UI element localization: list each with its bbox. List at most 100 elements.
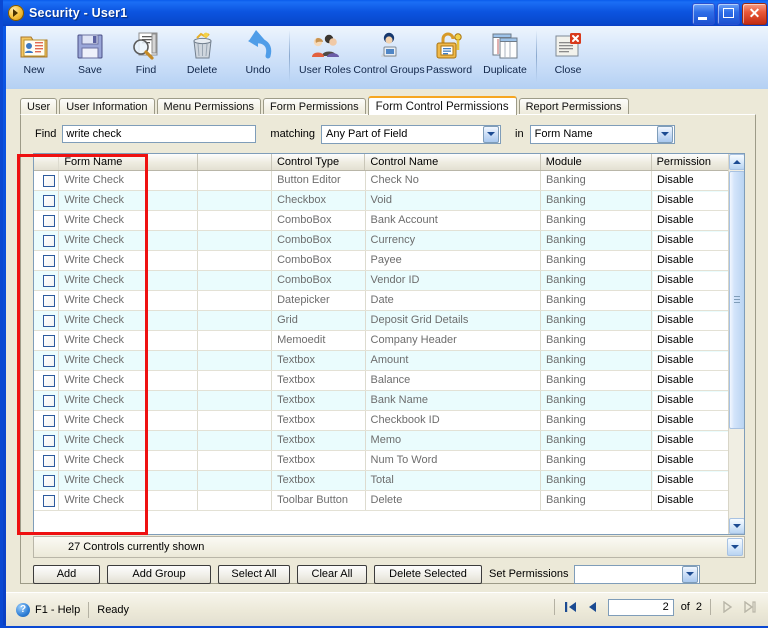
row-checkbox[interactable]: [42, 454, 55, 467]
help-question-icon: ?: [16, 602, 30, 617]
toolbar-button-new[interactable]: New: [6, 26, 62, 87]
row-checkbox[interactable]: [42, 314, 55, 327]
toolbar-button-password[interactable]: Password: [421, 26, 477, 87]
column-header-module[interactable]: Module: [540, 154, 652, 170]
tab-form-permissions[interactable]: Form Permissions: [263, 98, 366, 115]
find-input[interactable]: [62, 125, 257, 143]
row-select-cell[interactable]: [34, 411, 60, 430]
table-row[interactable]: Write Check Toolbar Button Delete Banking Di…: [34, 491, 744, 511]
column-header-spacer[interactable]: [197, 154, 272, 170]
row-select-cell[interactable]: [34, 191, 60, 210]
toolbar-button-undo[interactable]: Undo: [230, 26, 286, 87]
row-checkbox[interactable]: [42, 214, 55, 227]
table-row[interactable]: Write Check Datepicker Date Banking Disable: [34, 291, 744, 311]
count-bar-scroll-down-button[interactable]: [727, 538, 743, 556]
row-checkbox[interactable]: [42, 474, 55, 487]
row-select-cell[interactable]: [34, 351, 60, 370]
grid-vertical-scrollbar[interactable]: [728, 154, 744, 534]
table-row[interactable]: Write Check Memoedit Company Header Banking…: [34, 331, 744, 351]
row-select-cell[interactable]: [34, 271, 60, 290]
row-select-cell[interactable]: [34, 451, 60, 470]
row-checkbox[interactable]: [42, 354, 55, 367]
row-select-cell[interactable]: [34, 311, 60, 330]
row-select-cell[interactable]: [34, 431, 60, 450]
cell-spacer: [198, 331, 273, 350]
row-checkbox[interactable]: [42, 374, 55, 387]
row-checkbox[interactable]: [42, 174, 55, 187]
delete-selected-button[interactable]: Delete Selected: [374, 564, 482, 584]
maximize-button[interactable]: [717, 3, 740, 25]
select-all-button[interactable]: Select All: [218, 564, 290, 584]
column-header-control-type[interactable]: Control Type: [271, 154, 366, 170]
table-row[interactable]: Write Check ComboBox Vendor ID Banking Disab…: [34, 271, 744, 291]
cell-control-name: Amount: [366, 351, 541, 370]
tab-report-permissions[interactable]: Report Permissions: [518, 98, 629, 115]
row-select-cell[interactable]: [34, 291, 60, 310]
row-checkbox[interactable]: [42, 254, 55, 267]
column-header-form-name[interactable]: Form Name: [59, 154, 198, 170]
page-number-input[interactable]: 2: [607, 598, 674, 616]
row-checkbox[interactable]: [42, 294, 55, 307]
table-row[interactable]: Write Check Textbox Amount Banking Disable: [34, 351, 744, 371]
row-select-cell[interactable]: [34, 491, 60, 510]
table-row[interactable]: Write Check ComboBox Bank Account Banking Di…: [34, 211, 744, 231]
table-row[interactable]: Write Check Button Editor Check No Banking D…: [34, 171, 744, 191]
previous-page-button[interactable]: [582, 598, 604, 616]
table-row[interactable]: Write Check Textbox Num To Word Banking Disa…: [34, 451, 744, 471]
table-row[interactable]: Write Check Textbox Bank Name Banking Disabl…: [34, 391, 744, 411]
cell-module: Banking: [541, 191, 652, 210]
toolbar-button-delete[interactable]: Delete: [174, 26, 230, 87]
table-row[interactable]: Write Check Textbox Checkbook ID Banking Dis…: [34, 411, 744, 431]
scroll-down-button[interactable]: [729, 518, 744, 534]
cell-control-name: Date: [366, 291, 541, 310]
table-row[interactable]: Write Check ComboBox Currency Banking Disabl…: [34, 231, 744, 251]
toolbar-button-control-groups[interactable]: Control Groups: [353, 26, 425, 87]
row-select-cell[interactable]: [34, 211, 60, 230]
row-select-cell[interactable]: [34, 471, 60, 490]
tab-user[interactable]: User: [20, 98, 58, 115]
toolbar-button-save[interactable]: Save: [62, 26, 118, 87]
row-checkbox[interactable]: [42, 494, 55, 507]
row-checkbox[interactable]: [42, 234, 55, 247]
toolbar-button-duplicate[interactable]: Duplicate: [477, 26, 533, 87]
row-checkbox[interactable]: [42, 194, 55, 207]
table-row[interactable]: Write Check Textbox Balance Banking Disable: [34, 371, 744, 391]
scrollbar-thumb[interactable]: [729, 171, 744, 429]
minimize-button[interactable]: [692, 3, 715, 25]
table-row[interactable]: Write Check ComboBox Payee Banking Disable: [34, 251, 744, 271]
toolbar-button-user-roles[interactable]: User Roles: [293, 26, 357, 87]
clear-all-button[interactable]: Clear All: [297, 564, 367, 584]
toolbar-button-close[interactable]: Close: [540, 26, 596, 87]
table-row[interactable]: Write Check Textbox Total Banking Disable: [34, 471, 744, 491]
close-button[interactable]: ✕: [742, 3, 767, 25]
row-checkbox[interactable]: [42, 334, 55, 347]
tab-user-information[interactable]: User Information: [59, 98, 155, 115]
matching-mode-dropdown[interactable]: Any Part of Field: [321, 124, 502, 144]
set-permissions-dropdown[interactable]: [574, 564, 701, 584]
row-checkbox[interactable]: [42, 414, 55, 427]
column-header-control-name[interactable]: Control Name: [365, 154, 541, 170]
add-group-button[interactable]: Add Group: [107, 564, 211, 584]
row-select-cell[interactable]: [34, 251, 60, 270]
scroll-up-button[interactable]: [729, 154, 744, 170]
search-field-dropdown[interactable]: Form Name: [529, 124, 675, 144]
row-select-cell[interactable]: [34, 391, 60, 410]
table-row[interactable]: Write Check Textbox Memo Banking Disable: [34, 431, 744, 451]
table-row[interactable]: Write Check Grid Deposit Grid Details Banki…: [34, 311, 744, 331]
add-button[interactable]: Add: [33, 564, 100, 584]
row-checkbox[interactable]: [42, 274, 55, 287]
help-hint-text[interactable]: F1 - Help: [35, 604, 80, 616]
row-select-cell[interactable]: [34, 171, 60, 190]
row-select-cell[interactable]: [34, 371, 60, 390]
toolbar-button-find[interactable]: Find: [118, 26, 174, 87]
tab-menu-permissions[interactable]: Menu Permissions: [156, 98, 262, 115]
table-row[interactable]: Write Check Checkbox Void Banking Disable: [34, 191, 744, 211]
row-checkbox[interactable]: [42, 434, 55, 447]
cell-control-type: Memoedit: [272, 331, 366, 350]
first-page-button[interactable]: [560, 598, 582, 616]
row-checkbox[interactable]: [42, 394, 55, 407]
column-header-select[interactable]: [34, 154, 60, 170]
row-select-cell[interactable]: [34, 331, 60, 350]
row-select-cell[interactable]: [34, 231, 60, 250]
tab-form-control-permissions[interactable]: Form Control Permissions: [367, 96, 517, 115]
